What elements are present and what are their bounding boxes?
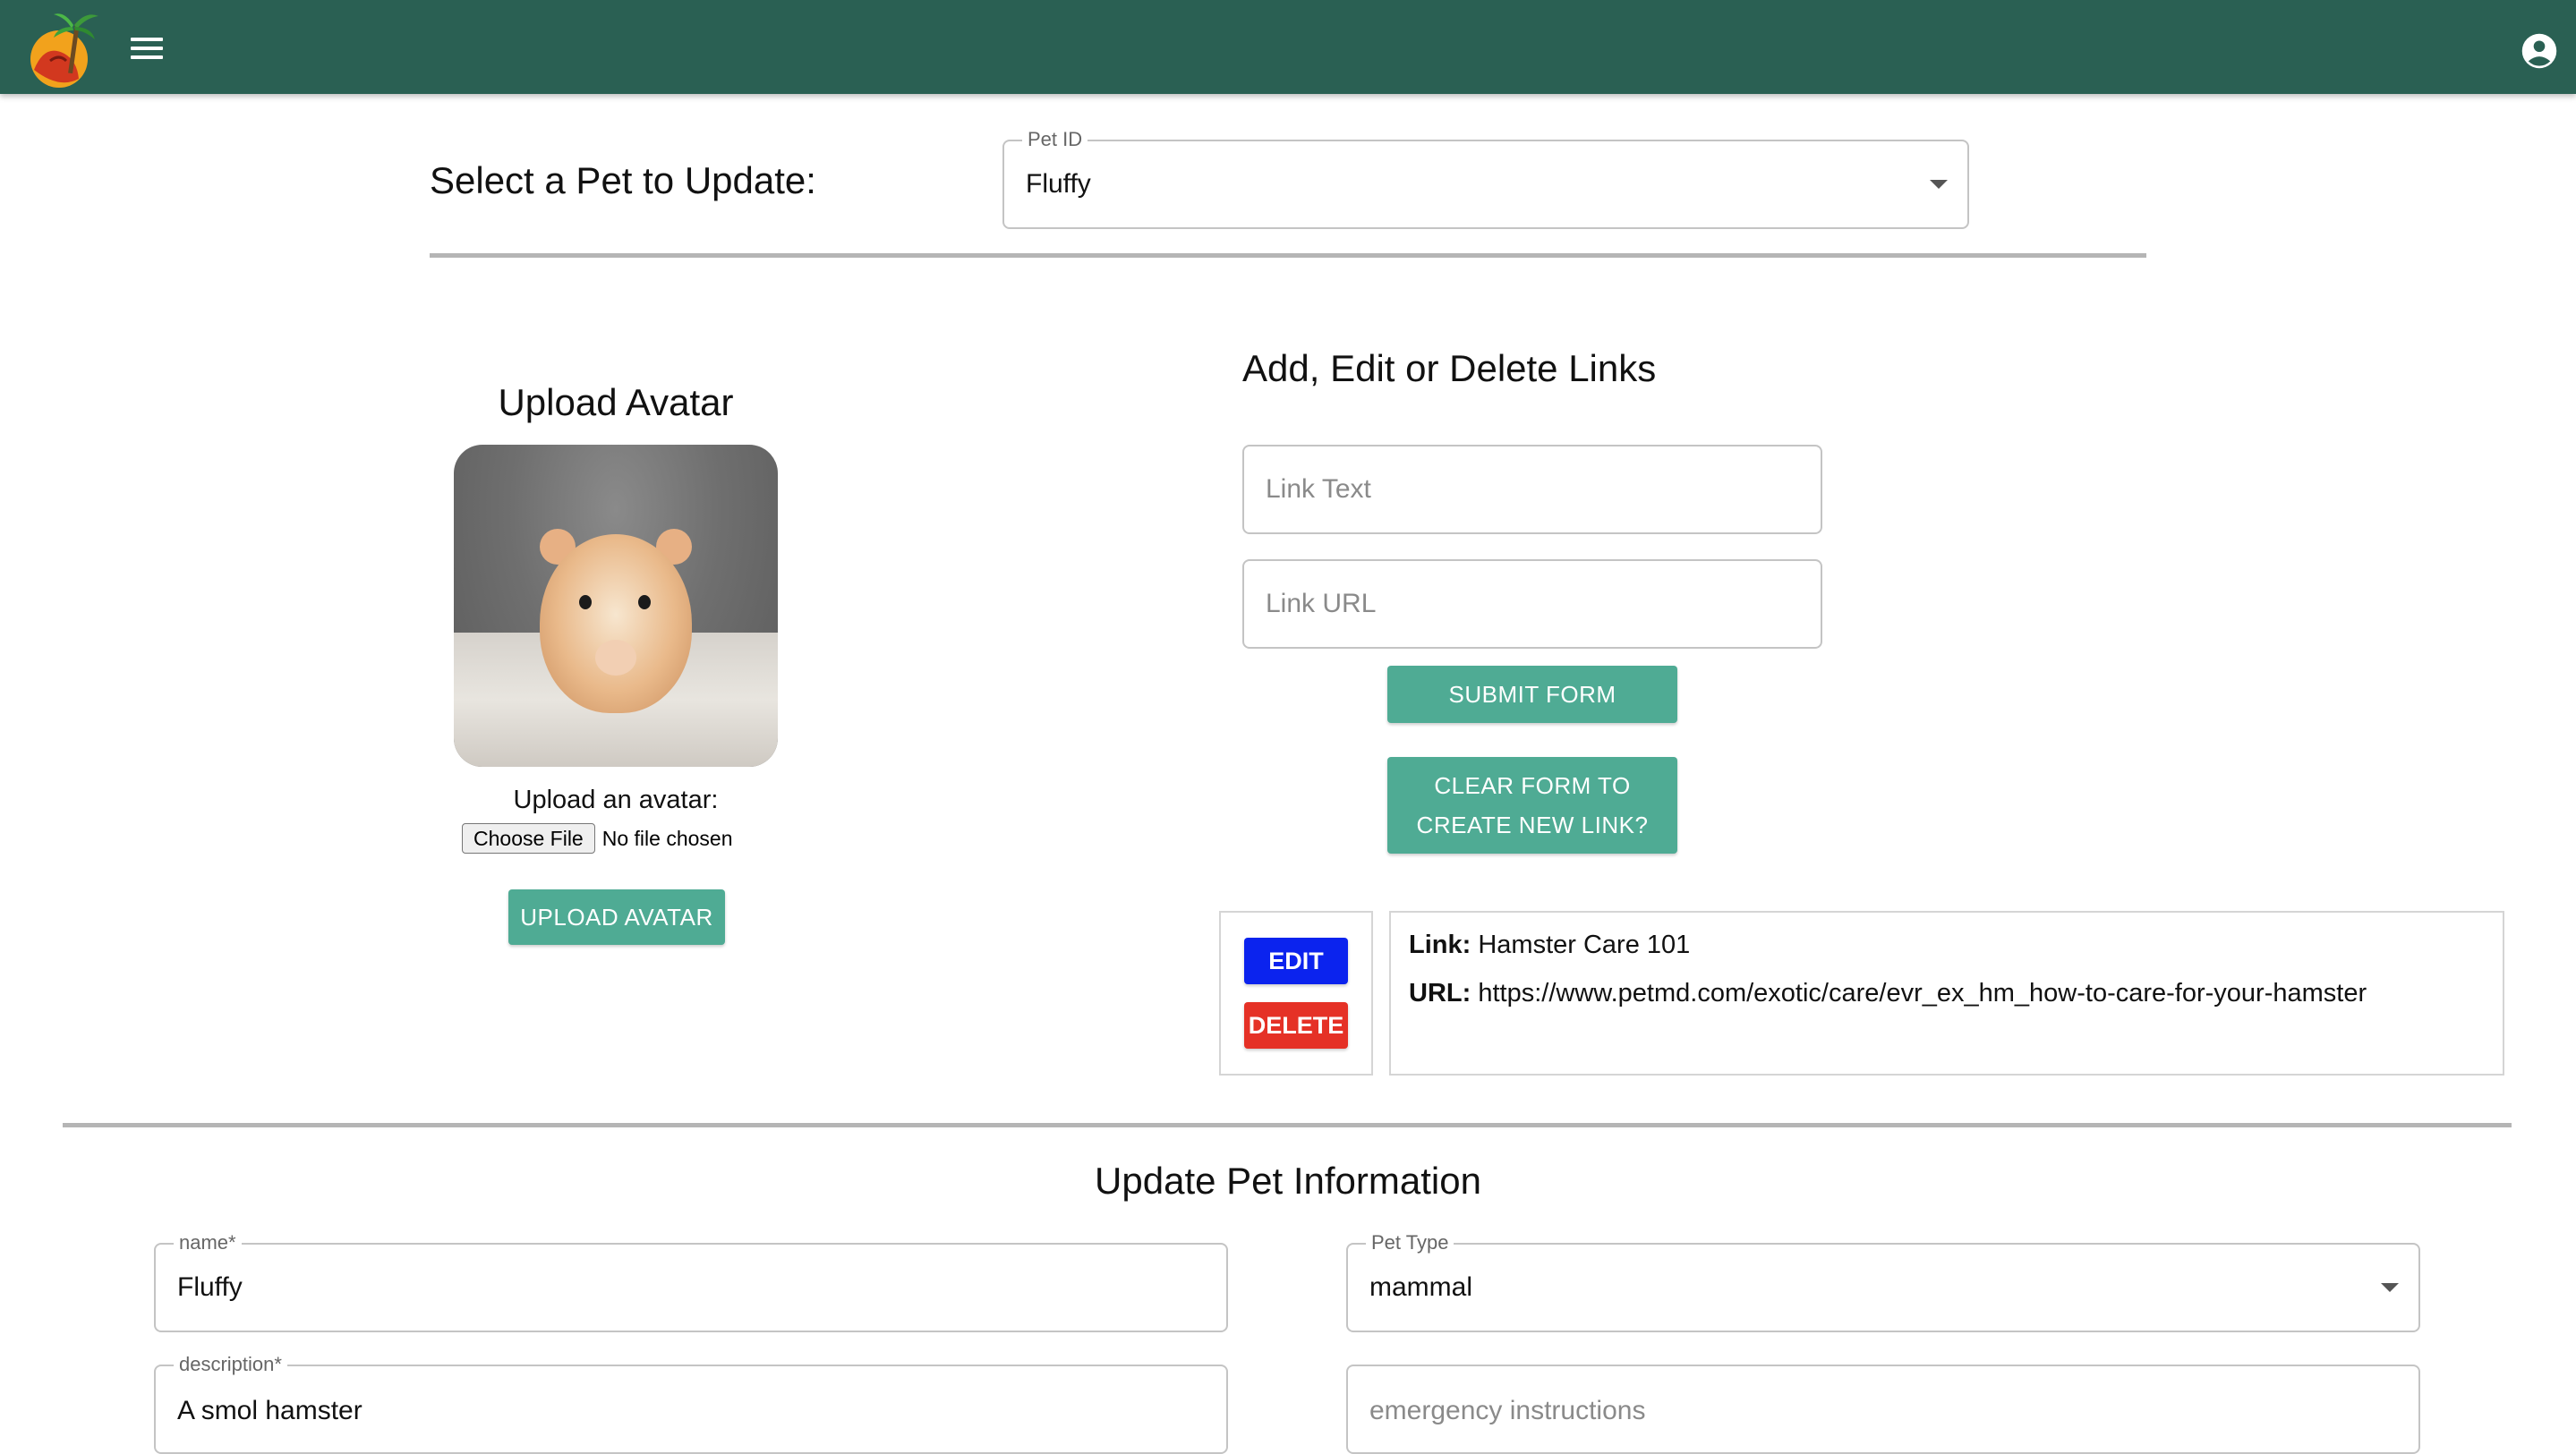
- url-value: https://www.petmd.com/exotic/care/evr_ex…: [1478, 979, 2367, 1008]
- avatar-image: [454, 445, 778, 767]
- palm-tree-logo-icon[interactable]: [23, 7, 98, 89]
- pet-id-value: Fluffy: [1026, 169, 1091, 199]
- link-item-actions: EDIT DELETE: [1219, 911, 1373, 1076]
- description-label: description*: [174, 1352, 287, 1377]
- upload-avatar-heading: Upload Avatar: [498, 381, 734, 423]
- link-label: Link:: [1409, 931, 1471, 959]
- pet-id-label: Pet ID: [1022, 127, 1088, 152]
- account-circle-icon[interactable]: [2521, 32, 2558, 70]
- file-input: Choose File No file chosen: [462, 823, 732, 854]
- select-pet-heading: Select a Pet to Update:: [430, 159, 816, 201]
- link-url-row: URL: https://www.petmd.com/exotic/care/e…: [1409, 979, 2367, 1008]
- chevron-down-icon: [1930, 180, 1948, 189]
- delete-link-button[interactable]: DELETE: [1244, 1002, 1348, 1049]
- hamburger-menu-icon[interactable]: [129, 32, 165, 63]
- description-field[interactable]: description* A smol hamster: [154, 1352, 1228, 1454]
- section-divider-2: [63, 1123, 2512, 1127]
- file-status-text: No file chosen: [601, 826, 733, 850]
- pet-id-select[interactable]: Pet ID Fluffy: [1002, 127, 1969, 229]
- link-value: Hamster Care 101: [1478, 931, 1691, 959]
- name-value: Fluffy: [177, 1272, 243, 1302]
- pet-type-label: Pet Type: [1366, 1230, 1454, 1255]
- pet-type-value: mammal: [1369, 1272, 1473, 1302]
- section-divider: [430, 253, 2146, 258]
- upload-avatar-label: Upload an avatar:: [513, 786, 719, 814]
- link-text-row: Link: Hamster Care 101: [1409, 931, 1690, 960]
- link-item-details: Link: Hamster Care 101 URL: https://www.…: [1389, 911, 2504, 1076]
- emergency-instructions-field[interactable]: emergency instructions: [1346, 1365, 2420, 1454]
- description-value: A smol hamster: [177, 1396, 363, 1425]
- choose-file-button[interactable]: Choose File: [462, 823, 595, 854]
- name-field[interactable]: name* Fluffy: [154, 1230, 1228, 1332]
- app-bar: [0, 0, 2576, 94]
- url-label: URL:: [1409, 979, 1471, 1008]
- emergency-instructions-placeholder: emergency instructions: [1369, 1396, 1646, 1425]
- links-heading: Add, Edit or Delete Links: [1242, 347, 1657, 389]
- link-text-placeholder: Link Text: [1266, 474, 1371, 504]
- clear-form-label-line1: CLEAR FORM TO: [1434, 772, 1631, 799]
- upload-avatar-button[interactable]: UPLOAD AVATAR: [508, 889, 725, 945]
- link-text-input[interactable]: Link Text: [1242, 445, 1822, 534]
- clear-form-button[interactable]: CLEAR FORM TO CREATE NEW LINK?: [1387, 757, 1677, 854]
- chevron-down-icon: [2381, 1283, 2399, 1292]
- link-url-input[interactable]: Link URL: [1242, 559, 1822, 649]
- edit-link-button[interactable]: EDIT: [1244, 938, 1348, 984]
- clear-form-label-line2: CREATE NEW LINK?: [1416, 812, 1649, 838]
- submit-form-button[interactable]: SUBMIT FORM: [1387, 666, 1677, 723]
- pet-type-select[interactable]: Pet Type mammal: [1346, 1230, 2420, 1332]
- update-info-heading: Update Pet Information: [1095, 1160, 1481, 1202]
- link-url-placeholder: Link URL: [1266, 589, 1377, 618]
- name-label: name*: [174, 1230, 242, 1255]
